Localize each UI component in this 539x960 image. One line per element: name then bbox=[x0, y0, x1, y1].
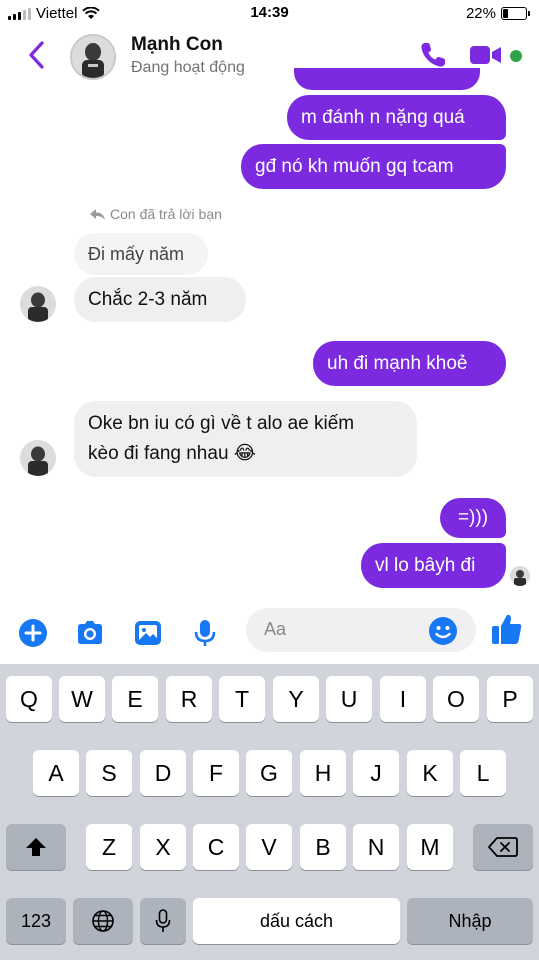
thumbs-up-icon[interactable] bbox=[490, 612, 524, 646]
key-q[interactable]: Q bbox=[6, 676, 52, 722]
shift-arrow-icon bbox=[26, 838, 46, 856]
key-t[interactable]: T bbox=[219, 676, 265, 722]
contact-name: Mạnh Con bbox=[131, 34, 223, 55]
message-text: m đánh n nặng quá bbox=[301, 106, 465, 128]
message-bubble-outgoing[interactable]: vl lo bâyh đi bbox=[361, 543, 506, 588]
previous-message-bubble bbox=[294, 68, 480, 90]
battery-percent: 22% bbox=[465, 5, 496, 22]
message-bubble-outgoing[interactable]: m đánh n nặng quá bbox=[287, 95, 506, 140]
key-a[interactable]: A bbox=[33, 750, 79, 796]
key-z[interactable]: Z bbox=[86, 824, 132, 870]
reply-note-text: Con đã trả lời bạn bbox=[110, 206, 222, 222]
key-n[interactable]: N bbox=[353, 824, 399, 870]
key-e[interactable]: E bbox=[112, 676, 158, 722]
reply-arrow-icon bbox=[90, 208, 105, 220]
message-text: vl lo bâyh đi bbox=[375, 554, 476, 576]
message-text-line: kèo đi fang nhau 😂 bbox=[88, 443, 256, 464]
key-g[interactable]: G bbox=[246, 750, 292, 796]
message-text: uh đi mạnh khoẻ bbox=[327, 352, 468, 374]
presence-status: Đang hoạt động bbox=[131, 59, 245, 76]
video-camera-icon[interactable] bbox=[470, 44, 502, 66]
quoted-message[interactable]: Đi mấy năm bbox=[74, 233, 208, 275]
status-bar: Viettel 14:39 22% bbox=[0, 0, 539, 28]
chevron-left-icon[interactable] bbox=[24, 38, 50, 72]
keyboard: Q W E R T Y U I O P A S D F G H J K L Z … bbox=[0, 664, 539, 960]
reply-indicator: Con đã trả lời bạn bbox=[90, 206, 222, 222]
shift-key[interactable] bbox=[6, 824, 66, 870]
key-u[interactable]: U bbox=[326, 676, 372, 722]
online-status-dot bbox=[510, 50, 522, 62]
plus-circle-icon[interactable] bbox=[18, 618, 48, 648]
seen-avatar bbox=[510, 566, 530, 586]
key-c[interactable]: C bbox=[193, 824, 239, 870]
key-k[interactable]: K bbox=[407, 750, 453, 796]
quoted-text: Đi mấy năm bbox=[88, 244, 185, 264]
phone-icon[interactable] bbox=[418, 40, 448, 70]
avatar-image bbox=[20, 440, 56, 476]
message-text: =))) bbox=[457, 507, 489, 528]
space-key[interactable]: dấu cách bbox=[193, 898, 400, 944]
camera-icon[interactable] bbox=[75, 618, 105, 648]
dictation-key[interactable] bbox=[140, 898, 186, 944]
message-text-line: Oke bn iu có gì về t alo ae kiếm bbox=[88, 413, 355, 434]
avatar-image bbox=[510, 566, 530, 586]
message-input[interactable] bbox=[264, 619, 424, 640]
microphone-icon bbox=[155, 909, 171, 932]
backspace-icon bbox=[488, 837, 518, 857]
key-j[interactable]: J bbox=[353, 750, 399, 796]
key-b[interactable]: B bbox=[300, 824, 346, 870]
key-y[interactable]: Y bbox=[273, 676, 319, 722]
key-s[interactable]: S bbox=[86, 750, 132, 796]
key-m[interactable]: M bbox=[407, 824, 453, 870]
message-bubble-outgoing[interactable]: gđ nó kh muốn gq tcam bbox=[241, 144, 506, 189]
contact-avatar-small bbox=[20, 286, 56, 322]
globe-key[interactable] bbox=[73, 898, 133, 944]
key-l[interactable]: L bbox=[460, 750, 506, 796]
key-r[interactable]: R bbox=[166, 676, 212, 722]
numbers-key[interactable]: 123 bbox=[6, 898, 66, 944]
contact-avatar[interactable] bbox=[70, 34, 116, 80]
delete-key[interactable] bbox=[473, 824, 533, 870]
return-key[interactable]: Nhập bbox=[407, 898, 533, 944]
key-h[interactable]: H bbox=[300, 750, 346, 796]
globe-icon bbox=[92, 910, 114, 932]
emoji-icon[interactable] bbox=[428, 616, 458, 646]
key-w[interactable]: W bbox=[59, 676, 105, 722]
microphone-icon[interactable] bbox=[190, 618, 220, 648]
message-bubble-incoming[interactable]: Oke bn iu có gì về t alo ae kiếm kèo đi … bbox=[74, 401, 417, 477]
status-right: 22% bbox=[465, 5, 530, 22]
message-bubble-incoming[interactable]: Chắc 2-3 năm bbox=[74, 277, 246, 322]
avatar-image bbox=[20, 286, 56, 322]
key-i[interactable]: I bbox=[380, 676, 426, 722]
image-icon[interactable] bbox=[133, 618, 163, 648]
message-text: Chắc 2-3 năm bbox=[88, 288, 208, 310]
avatar-image bbox=[72, 36, 114, 78]
key-v[interactable]: V bbox=[246, 824, 292, 870]
contact-avatar-small bbox=[20, 440, 56, 476]
clock: 14:39 bbox=[250, 4, 289, 21]
key-d[interactable]: D bbox=[140, 750, 186, 796]
message-text: gđ nó kh muốn gq tcam bbox=[255, 155, 454, 177]
key-o[interactable]: O bbox=[433, 676, 479, 722]
message-bubble-outgoing[interactable]: =))) bbox=[440, 498, 506, 538]
battery-icon bbox=[501, 7, 530, 20]
key-x[interactable]: X bbox=[140, 824, 186, 870]
key-f[interactable]: F bbox=[193, 750, 239, 796]
key-p[interactable]: P bbox=[487, 676, 533, 722]
message-bubble-outgoing[interactable]: uh đi mạnh khoẻ bbox=[313, 341, 506, 386]
